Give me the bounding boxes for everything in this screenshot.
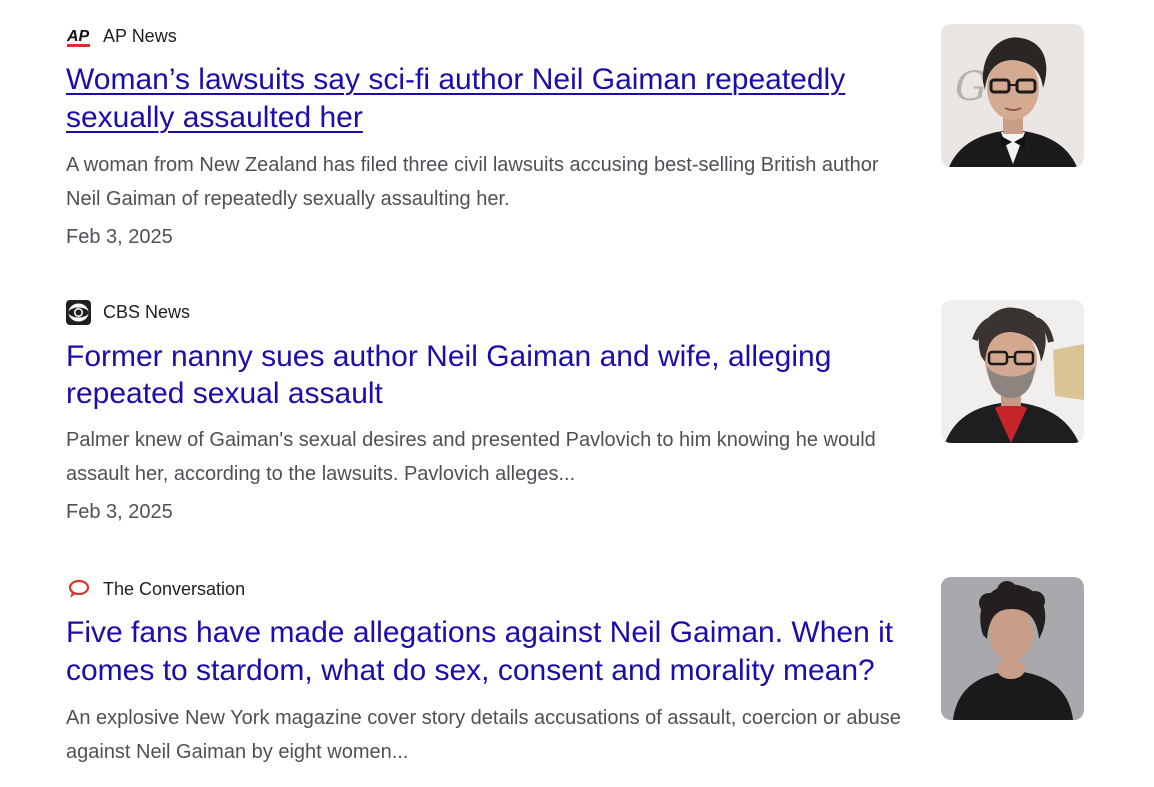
news-source[interactable]: CBS News — [66, 300, 918, 325]
news-snippet: An explosive New York magazine cover sto… — [66, 707, 901, 763]
news-source-name: CBS News — [103, 302, 191, 322]
news-date: Feb 3, 2025 — [66, 226, 173, 248]
ap-news-logo-icon: AP — [66, 24, 91, 49]
news-card-text: AP AP News Woman’s lawsuits say sci-fi a… — [66, 24, 918, 251]
speech-bubble-logo-icon — [66, 577, 91, 602]
news-thumbnail[interactable] — [941, 577, 1084, 720]
news-thumbnail[interactable] — [941, 300, 1084, 443]
news-headline-link[interactable]: Former nanny sues author Neil Gaiman and… — [66, 338, 918, 412]
news-snippet: A woman from New Zealand has filed three… — [66, 154, 879, 210]
news-source-name: The Conversation — [103, 579, 246, 599]
news-source[interactable]: AP AP News — [66, 24, 918, 49]
news-card-text: The Conversation Five fans have made all… — [66, 577, 918, 769]
news-snippet: Palmer knew of Gaiman's sexual desires a… — [66, 429, 876, 485]
cbs-eye-logo-icon — [66, 300, 91, 325]
svg-text:AP: AP — [66, 28, 90, 45]
news-headline-link[interactable]: Woman’s lawsuits say sci-fi author Neil … — [66, 61, 918, 137]
news-card-text: CBS News Former nanny sues author Neil G… — [66, 300, 918, 526]
news-source[interactable]: The Conversation — [66, 577, 918, 602]
news-source-name: AP News — [103, 26, 177, 46]
news-headline-link[interactable]: Five fans have made allegations against … — [66, 614, 918, 690]
news-results-list: AP AP News Woman’s lawsuits say sci-fi a… — [0, 0, 1154, 787]
news-date: Feb 3, 2025 — [66, 501, 173, 523]
news-thumbnail[interactable]: Gi — [941, 24, 1084, 167]
